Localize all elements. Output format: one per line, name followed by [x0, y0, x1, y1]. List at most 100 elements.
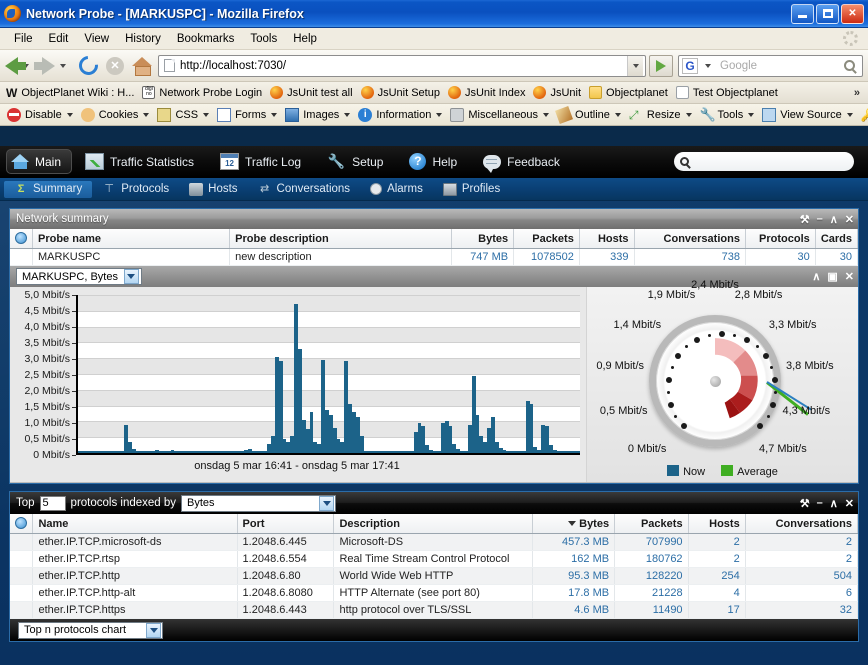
- bookmarks-overflow-icon[interactable]: »: [854, 87, 864, 99]
- devbar-tools[interactable]: 🔧 Tools: [696, 108, 759, 122]
- row-selector[interactable]: [10, 585, 33, 602]
- url-input[interactable]: http://localhost:7030/: [180, 60, 627, 72]
- search-bar[interactable]: G Google: [678, 55, 863, 77]
- chevron-down-icon[interactable]: [319, 496, 334, 511]
- close-icon[interactable]: ✕: [845, 497, 854, 510]
- forward-dropdown-icon[interactable]: [60, 64, 66, 68]
- maximize-button[interactable]: [816, 4, 839, 24]
- table-row[interactable]: ether.IP.TCP.microsoft-ds1.2048.6.445Mic…: [10, 534, 858, 551]
- app-search-input[interactable]: [674, 152, 854, 171]
- column-conversations[interactable]: Conversations: [745, 514, 857, 534]
- column-protocols[interactable]: Protocols: [745, 229, 815, 249]
- devbar-images[interactable]: Images: [281, 108, 354, 122]
- menu-bookmarks[interactable]: Bookmarks: [169, 31, 243, 47]
- bookmark-test-objectplanet[interactable]: Test Objectplanet: [674, 86, 784, 99]
- row-selector[interactable]: [10, 249, 33, 266]
- bookmark-jsunit-index[interactable]: JsUnit Index: [446, 86, 532, 99]
- column-hosts[interactable]: Hosts: [579, 229, 634, 249]
- close-icon[interactable]: ✕: [845, 270, 854, 283]
- bookmark-jsunit-test-all[interactable]: JsUnit test all: [268, 86, 358, 99]
- table-row[interactable]: MARKUSPC new description 747 MB 1078502 …: [10, 249, 858, 266]
- minimize-icon[interactable]: –: [817, 497, 823, 509]
- back-icon[interactable]: [5, 57, 18, 75]
- table-row[interactable]: ether.IP.TCP.rtsp1.2048.6.554Real Time S…: [10, 551, 858, 568]
- column-hosts[interactable]: Hosts: [688, 514, 745, 534]
- devbar-outline[interactable]: Outline: [553, 108, 625, 122]
- close-icon[interactable]: ✕: [845, 213, 854, 226]
- google-icon[interactable]: G: [682, 58, 698, 74]
- column-bytes[interactable]: Bytes: [533, 514, 615, 534]
- column-packets[interactable]: Packets: [514, 229, 580, 249]
- reload-icon[interactable]: [75, 52, 102, 79]
- search-engine-dropdown-icon[interactable]: [705, 64, 711, 68]
- column-name[interactable]: Name: [33, 514, 237, 534]
- tab-setup[interactable]: 🔧 Setup: [314, 153, 396, 170]
- table-row[interactable]: ether.IP.TCP.http1.2048.6.80World Wide W…: [10, 568, 858, 585]
- top-n-input[interactable]: 5: [40, 496, 66, 511]
- bookmark-network-probe-login[interactable]: digino Network Probe Login: [140, 86, 268, 99]
- column-description[interactable]: Description: [334, 514, 533, 534]
- sidebar-item-protocols[interactable]: ⊤ Protocols: [92, 183, 179, 196]
- menu-history[interactable]: History: [117, 31, 169, 47]
- sidebar-item-alarms[interactable]: Alarms: [360, 183, 433, 195]
- forward-icon[interactable]: [42, 57, 55, 75]
- row-selector[interactable]: [10, 602, 33, 619]
- search-icon[interactable]: [844, 60, 855, 71]
- bookmark-jsunit[interactable]: JsUnit: [531, 86, 587, 99]
- bookmark-objectplanet-folder[interactable]: Objectplanet: [587, 86, 674, 99]
- column-packets[interactable]: Packets: [615, 514, 688, 534]
- devbar-information[interactable]: i Information: [354, 108, 446, 122]
- devbar-resize[interactable]: ⤢ Resize: [625, 108, 696, 122]
- tab-main[interactable]: Main: [6, 149, 72, 174]
- bookmark-objectplanet-wiki[interactable]: W ObjectPlanet Wiki : H...: [4, 86, 140, 99]
- search-input[interactable]: Google: [716, 60, 844, 72]
- home-icon[interactable]: [132, 57, 152, 74]
- row-selector[interactable]: [10, 568, 33, 585]
- wrench-icon[interactable]: ⚒: [800, 497, 810, 510]
- column-probe-description[interactable]: Probe description: [230, 229, 452, 249]
- tab-help[interactable]: ? Help: [396, 153, 470, 170]
- go-button[interactable]: [649, 55, 673, 77]
- url-bar[interactable]: http://localhost:7030/: [158, 55, 646, 77]
- url-dropdown-icon[interactable]: [627, 56, 643, 76]
- column-probe-name[interactable]: Probe name: [33, 229, 230, 249]
- column-chooser-icon[interactable]: [15, 517, 27, 529]
- sidebar-item-conversations[interactable]: ⇄ Conversations: [248, 183, 361, 196]
- tab-feedback[interactable]: Feedback: [470, 155, 573, 169]
- collapse-icon[interactable]: ∧: [830, 213, 838, 226]
- restore-icon[interactable]: ▣: [827, 270, 837, 283]
- chevron-down-icon[interactable]: [124, 269, 139, 284]
- menu-tools[interactable]: Tools: [242, 31, 285, 47]
- menu-edit[interactable]: Edit: [41, 31, 77, 47]
- minimize-button[interactable]: [791, 4, 814, 24]
- menu-file[interactable]: File: [6, 31, 41, 47]
- stop-icon[interactable]: ✕: [106, 57, 124, 75]
- devbar-options[interactable]: 🔑 Option: [857, 108, 868, 122]
- wrench-icon[interactable]: ⚒: [800, 213, 810, 226]
- close-button[interactable]: ✕: [841, 4, 864, 24]
- index-by-select[interactable]: Bytes: [181, 495, 336, 512]
- sidebar-item-hosts[interactable]: Hosts: [179, 183, 247, 196]
- row-selector[interactable]: [10, 551, 33, 568]
- probe-metric-select[interactable]: MARKUSPC, Bytes: [16, 268, 142, 285]
- chart-type-select[interactable]: Top n protocols chart: [18, 622, 163, 639]
- devbar-miscellaneous[interactable]: Miscellaneous: [446, 108, 553, 122]
- minimize-icon[interactable]: –: [817, 213, 823, 225]
- chevron-down-icon[interactable]: [146, 623, 161, 638]
- tab-traffic-log[interactable]: Traffic Log: [207, 153, 314, 170]
- bookmark-jsunit-setup[interactable]: JsUnit Setup: [359, 86, 446, 99]
- sidebar-item-summary[interactable]: Σ Summary: [4, 181, 92, 198]
- table-row[interactable]: ether.IP.TCP.http-alt1.2048.6.8080HTTP A…: [10, 585, 858, 602]
- devbar-view-source[interactable]: View Source: [758, 108, 857, 122]
- devbar-forms[interactable]: Forms: [213, 108, 281, 122]
- devbar-disable[interactable]: Disable: [3, 108, 77, 122]
- table-row[interactable]: ether.IP.TCP.https1.2048.6.443http proto…: [10, 602, 858, 619]
- column-port[interactable]: Port: [237, 514, 334, 534]
- column-chooser-icon[interactable]: [15, 232, 27, 244]
- sidebar-item-profiles[interactable]: Profiles: [433, 183, 510, 196]
- collapse-icon[interactable]: ∧: [830, 497, 838, 510]
- tab-traffic-statistics[interactable]: Traffic Statistics: [72, 153, 207, 170]
- column-conversations[interactable]: Conversations: [634, 229, 745, 249]
- column-selector[interactable]: [10, 229, 33, 249]
- devbar-cookies[interactable]: Cookies: [77, 108, 154, 122]
